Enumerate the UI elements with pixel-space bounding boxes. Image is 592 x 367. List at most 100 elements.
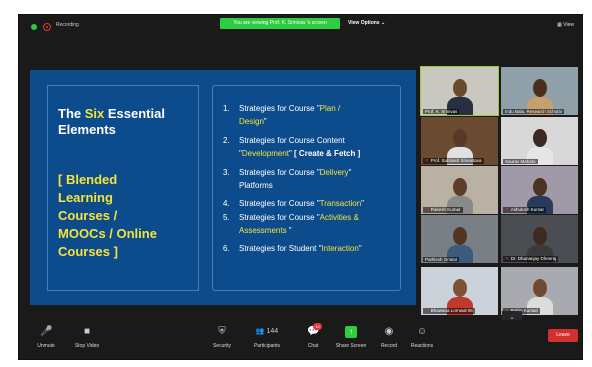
participant-name: ✕ Ashutosh Kumar <box>503 207 547 213</box>
participant-tile[interactable]: Prof. K. Srinivas <box>420 66 499 116</box>
muted-mic-icon: ✕ <box>505 207 509 212</box>
participant-name: ✕ Prof. Subhash Srivastava <box>423 158 484 164</box>
participants-icon: 👥 144 <box>255 328 279 335</box>
participant-name: ✕ Rakesh Kumar <box>423 207 463 213</box>
list-item: 2. Strategies for Course Content <box>223 136 345 145</box>
slide-title: The Six Essential <box>58 105 165 122</box>
list-text-pre: Strategies for Student " <box>239 244 322 253</box>
record-icon <box>43 23 51 31</box>
muted-mic-icon: ✕ <box>425 158 429 163</box>
list-text-post: " <box>361 199 364 208</box>
security-button[interactable]: ⛨ Security <box>207 326 237 349</box>
list-item: 5. Strategies for Course "Activities & <box>223 213 359 222</box>
slide-right-panel: 1. Strategies for Course "Plan / Design" 2.… <box>212 85 401 291</box>
list-item: 4. Strategies for Course "Transaction" <box>223 199 364 208</box>
shield-icon[interactable] <box>31 24 37 30</box>
list-text-hl: Activities & <box>319 213 359 222</box>
reactions-icon: ☺ <box>416 326 428 337</box>
shared-slide: The Six Essential Elements [ Blended Lea… <box>30 70 416 305</box>
reactions-button[interactable]: ☺ Reactions <box>407 326 437 349</box>
participant-name: ✕ Dr. Dhananjay Dheeraj <box>503 256 559 262</box>
recording-label: Recording <box>56 22 79 28</box>
participant-video-head <box>453 79 467 97</box>
participant-name-text: Pathlesh Omkar <box>425 257 458 262</box>
participant-video-head <box>533 279 547 297</box>
list-item: Platforms <box>223 181 273 190</box>
list-text-hl: Assessments <box>239 226 287 235</box>
unmute-label: Unmute <box>37 343 55 349</box>
participant-video-head <box>453 129 467 147</box>
list-text-post: " <box>358 244 362 253</box>
participants-button[interactable]: 👥 144 Participants <box>251 326 283 349</box>
view-options-button[interactable]: View Options ⌄ <box>348 20 385 26</box>
participant-tile[interactable]: ✕ Rakesh Kumar <box>421 166 498 214</box>
participant-video-head <box>533 79 547 97</box>
list-item: Design" <box>223 117 267 126</box>
slide-left-panel: The Six Essential Elements [ Blended Lea… <box>47 85 199 291</box>
muted-mic-icon: 🎤 <box>40 326 53 337</box>
participant-video-head <box>533 178 547 196</box>
participant-video-head <box>453 178 467 196</box>
leave-button[interactable]: Leave <box>548 329 578 342</box>
participant-tile[interactable]: Pathlesh Omkar <box>421 215 498 263</box>
list-text-bold: [ Create & Fetch ] <box>294 149 361 158</box>
participant-tile[interactable]: ✕ Dr. Dhananjay Dheeraj <box>501 215 578 263</box>
subtitle-line: Courses ] <box>58 244 118 259</box>
participant-tile[interactable]: ✕ Bhawana Lornwal 06 <box>421 267 498 315</box>
share-screen-button[interactable]: ↑ Share Screen <box>332 326 370 349</box>
list-item: 6. Strategies for Student "Interaction" <box>223 244 362 253</box>
unmute-button[interactable]: 🎤 Unmute <box>31 326 61 349</box>
security-label: Security <box>212 343 232 349</box>
list-text-pre: Strategies for Course " <box>239 199 320 208</box>
chat-button[interactable]: 💬 12 Chat <box>301 323 325 349</box>
shield-icon: ⛨ <box>218 326 226 337</box>
list-text-post: " <box>263 117 267 126</box>
participant-tile[interactable]: ✕ Prof. Subhash Srivastava <box>421 117 498 165</box>
record-button[interactable]: ◉ Record <box>377 326 401 349</box>
top-bar: Recording You are viewing Prof. K. Srini… <box>19 15 582 39</box>
title-prefix: The <box>58 106 85 121</box>
list-text-hl: Interaction <box>321 244 359 253</box>
subtitle-line: [ Blended <box>58 172 118 187</box>
participant-video-head <box>453 227 467 245</box>
title-suffix: Essential <box>104 106 165 121</box>
stop-video-button[interactable]: ■ Stop Video <box>69 326 105 349</box>
participant-name-text: Prof. K. Srinivas <box>425 109 458 114</box>
participant-tile[interactable]: Saurav Mahato <box>501 117 578 165</box>
slide-title-line2: Elements <box>58 122 116 137</box>
list-item: 3. Strategies for Course "Delivery" <box>223 168 351 177</box>
list-text-pre: Strategies for Course " <box>239 104 320 113</box>
chat-badge: 12 <box>313 323 322 330</box>
list-text-pre: Strategies for Course " <box>239 213 320 222</box>
list-number: 6. <box>223 244 230 253</box>
title-highlight: Six <box>84 106 105 121</box>
participant-video-head <box>453 279 467 297</box>
list-item: Assessments " <box>223 226 292 235</box>
participant-tile[interactable]: ✕Rabia Kumari <box>501 267 578 315</box>
participant-tile[interactable]: Indu Bala, Research Scholar <box>501 67 578 115</box>
list-text-pre: Strategies for Course Content <box>239 136 345 145</box>
subtitle-line: Courses / <box>58 208 118 223</box>
participant-name-text: Dr. Dhananjay Dheeraj <box>510 256 557 261</box>
list-number: 3. <box>223 168 230 177</box>
view-layout-button[interactable]: ▦ View <box>557 22 574 28</box>
meeting-toolbar: 🎤 Unmute ■ Stop Video ⛨ Security 👥 144 P… <box>19 320 582 359</box>
list-item: 1. Strategies for Course "Plan / <box>223 104 340 113</box>
list-text-hl: Delivery <box>319 168 349 177</box>
participant-name-text: Bhawana Lornwal 06 <box>430 308 473 313</box>
participant-name: Prof. K. Srinivas <box>423 109 460 114</box>
reactions-label: Reactions <box>410 343 434 349</box>
chat-label: Chat <box>307 343 319 349</box>
list-number: 1. <box>223 104 230 113</box>
share-screen-label: Share Screen <box>335 343 367 349</box>
participant-video-head <box>533 129 547 147</box>
chat-icon: 💬 12 <box>307 323 322 338</box>
participant-tile[interactable]: ✕ Ashutosh Kumar <box>501 166 578 214</box>
zoom-meeting-window: Recording You are viewing Prof. K. Srini… <box>18 14 583 360</box>
participant-name: Indu Bala, Research Scholar <box>503 109 565 114</box>
list-text-pre: Platforms <box>239 181 273 190</box>
muted-mic-icon: ✕ <box>425 207 429 212</box>
participants-count: 144 <box>266 328 279 335</box>
viewing-banner: You are viewing Prof. K. Srinivas 's scr… <box>220 18 340 29</box>
list-text-pre: Strategies for Course " <box>239 168 320 177</box>
